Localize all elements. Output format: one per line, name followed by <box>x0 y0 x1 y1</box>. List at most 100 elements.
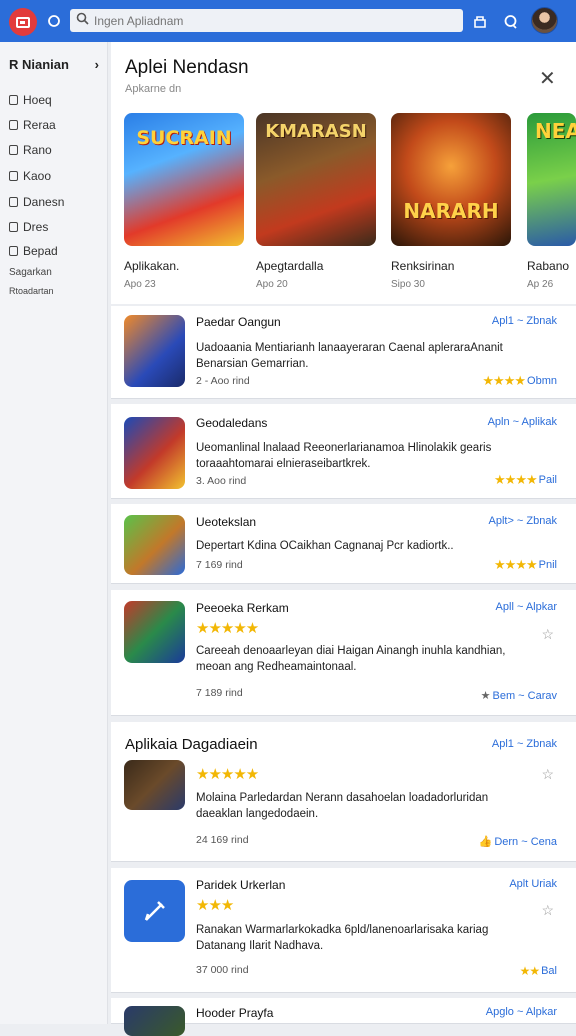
sidebar-item-4[interactable]: Kaoo <box>9 169 51 183</box>
app-title: Hooder Prayfa <box>196 1006 274 1020</box>
app-category-link[interactable]: Apll ~ Alpkar <box>496 601 557 613</box>
sidebar-item-7[interactable]: Bepad <box>9 244 58 258</box>
app-thumbnail <box>124 417 185 489</box>
featured-app-name: Rabano <box>527 259 570 273</box>
download-count: 24 169 rind <box>196 834 249 846</box>
app-category-link[interactable]: Aplt> ~ Zbnak <box>489 515 558 527</box>
featured-app-card[interactable]: NARARH Renksirinan Sipo 30 <box>391 113 511 290</box>
shop-icon[interactable] <box>468 9 492 33</box>
app-artwork: KMARASN <box>256 113 376 246</box>
featured-app-card[interactable]: SUCRAIN Aplikakan. Apo 23 <box>124 113 244 290</box>
star-icons: ★★★★ <box>494 472 538 487</box>
star-icons: ★★★★ <box>482 373 526 388</box>
app-thumbnail <box>124 315 185 387</box>
app-category-link[interactable]: Apglo ~ Alpkar <box>486 1006 557 1018</box>
sidebar-item-label: Bepad <box>23 244 58 258</box>
featured-app-name: Renksirinan <box>391 259 455 273</box>
app-thumbnail <box>124 515 185 575</box>
app-list-card[interactable]: Ueotekslan Aplt> ~ Zbnak Depertart Kdina… <box>111 504 576 584</box>
user-icon <box>9 171 18 181</box>
app-category-link[interactable]: Aplt Uriak <box>509 878 557 890</box>
sidebar-heading[interactable]: R Nianian › <box>9 57 99 72</box>
sidebar-footer-note: Rtoadartan <box>9 286 54 296</box>
app-category-link[interactable]: Apl1 ~ Zbnak <box>492 738 557 750</box>
sidebar-item-label: Dres <box>23 220 49 234</box>
search-icon <box>76 12 94 30</box>
app-list-card[interactable]: Geodaledans Apln ~ Aplikak Ueomanlinal l… <box>111 404 576 499</box>
rating-label: Bem ~ Carav <box>492 689 558 702</box>
refresh-icon[interactable] <box>42 9 66 33</box>
app-thumbnail <box>124 601 185 663</box>
app-list-card[interactable]: Paridek Urkerlan Aplt Uriak ★★★ ☆ Ranaka… <box>111 868 576 993</box>
featured-app-meta: Apo 20 <box>256 279 288 290</box>
sidebar: R Nianian › Hoeq Reraa Rano Kaoo Danesn … <box>0 42 108 1024</box>
pen-icon <box>144 901 165 921</box>
sidebar-item-label: Rano <box>23 143 52 157</box>
avatar[interactable] <box>531 7 558 34</box>
sidebar-footer-link[interactable]: Sagarkan <box>9 267 52 278</box>
artwork-text: NEA <box>535 119 576 143</box>
download-count: 37 000 rind <box>196 964 249 976</box>
doc-icon <box>9 222 18 232</box>
featured-app-card[interactable]: KMARASN Apegtardalla Apo 20 <box>256 113 376 290</box>
account-icon <box>9 197 18 207</box>
sidebar-item-3[interactable]: Rano <box>9 143 52 157</box>
app-list-card[interactable]: Paedar Oangun Apl1 ~ Zbnak Uadoaania Men… <box>111 306 576 399</box>
sidebar-item-2[interactable]: Reraa <box>9 118 56 132</box>
app-thumbnail <box>124 760 185 810</box>
featured-app-card[interactable]: NEA Rabano Ap 26 <box>527 113 576 290</box>
artwork-text: SUCRAIN <box>136 127 232 149</box>
person-icon <box>9 120 18 130</box>
artwork-text: NARARH <box>403 199 499 223</box>
star-outline-icon[interactable]: ☆ <box>541 766 554 783</box>
star-outline-icon[interactable]: ☆ <box>541 902 554 919</box>
top-bar <box>0 0 576 42</box>
star-icons: ★★★ <box>196 897 234 914</box>
chat-icon[interactable] <box>498 9 522 33</box>
sidebar-item-label: Danesn <box>23 195 65 209</box>
sidebar-item-label: Reraa <box>23 118 56 132</box>
app-description: Careeah denoaarleyan diai Haigan Ainangh… <box>196 645 506 673</box>
search-bar[interactable] <box>70 9 463 32</box>
featured-app-name: Apegtardalla <box>256 259 324 273</box>
app-list-card[interactable]: Hooder Prayfa Apglo ~ Alpkar <box>111 998 576 1036</box>
star-outline-icon[interactable]: ☆ <box>541 626 554 643</box>
app-category-link[interactable]: Apln ~ Aplikak <box>488 416 557 428</box>
app-rating: ★★★★ Obmn <box>482 373 557 389</box>
logo-icon <box>16 16 30 28</box>
download-count: 7 189 rind <box>196 687 243 699</box>
download-count: 7 169 rind <box>196 559 243 571</box>
app-thumbnail <box>124 1006 185 1036</box>
app-artwork: NARARH <box>391 113 511 246</box>
app-title: Geodaledans <box>196 416 268 430</box>
download-count: 3. Aoo rind <box>196 475 247 487</box>
star-icons: ★★★★★ <box>196 766 259 783</box>
app-title: Paedar Oangun <box>196 315 281 329</box>
featured-app-meta: Ap 26 <box>527 279 554 290</box>
featured-app-meta: Apo 23 <box>124 279 156 290</box>
app-description: Depertart Kdina OCaikhan Cagnanaj Pcr ka… <box>196 540 454 552</box>
app-title: Ueotekslan <box>196 515 257 529</box>
sidebar-item-label: Kaoo <box>23 169 52 183</box>
close-icon[interactable]: ✕ <box>539 66 556 91</box>
sidebar-item-6[interactable]: Dres <box>9 220 48 234</box>
app-title: Paridek Urkerlan <box>196 878 286 892</box>
sidebar-item-5[interactable]: Danesn <box>9 195 64 209</box>
app-rating: 👍 Dern ~ Cena <box>479 835 557 849</box>
app-list-card[interactable]: Aplikaia Dagadiaein Apl1 ~ Zbnak ★★★★★ ☆… <box>111 722 576 862</box>
app-rating: ★ Bem ~ Carav <box>481 689 558 703</box>
rating-label: Bal <box>541 965 557 977</box>
app-logo-button[interactable] <box>9 8 37 36</box>
app-list-card[interactable]: Peeoeka Rerkam Apll ~ Alpkar ★★★★★ ☆ Car… <box>111 590 576 716</box>
download-count: 2 - Aoo rind <box>196 375 250 387</box>
search-input[interactable] <box>94 13 454 28</box>
app-category-link[interactable]: Apl1 ~ Zbnak <box>492 315 557 327</box>
sidebar-item-home[interactable]: Hoeq <box>9 93 52 107</box>
featured-app-meta: Sipo 30 <box>391 279 425 290</box>
rating-label: Dern ~ Cena <box>494 835 557 848</box>
chevron-right-icon: › <box>94 57 99 72</box>
featured-panel: Aplei Nendasn Apkarne dn ✕ SUCRAIN Aplik… <box>111 42 576 304</box>
page-subtitle: Apkarne dn <box>125 83 182 95</box>
app-description: Molaina Parledardan Nerann dasahoelan lo… <box>196 792 489 820</box>
app-rating: ★★★★ Pail <box>494 472 557 488</box>
